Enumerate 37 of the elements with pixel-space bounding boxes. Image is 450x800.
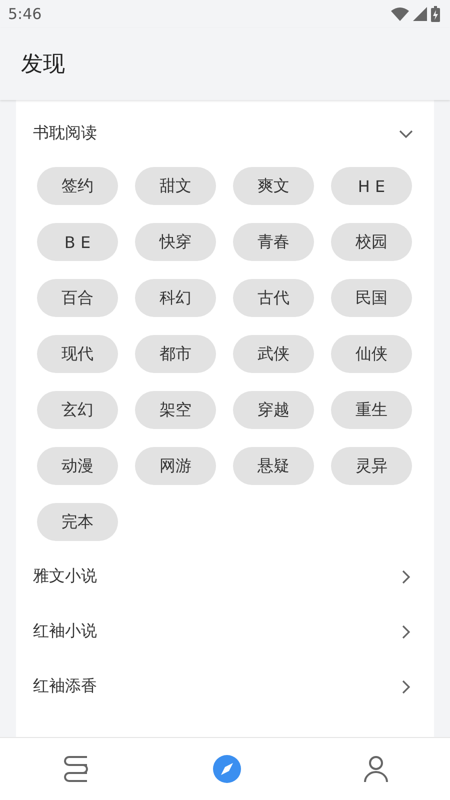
tag-chip[interactable]: 校园 bbox=[331, 223, 412, 261]
tag-chip[interactable]: 仙侠 bbox=[331, 335, 412, 373]
tag-chip[interactable]: 爽文 bbox=[233, 167, 314, 205]
tag-chip[interactable]: 签约 bbox=[37, 167, 118, 205]
section-header[interactable]: 雅文小说 bbox=[16, 549, 434, 604]
tag-chip[interactable]: 完本 bbox=[37, 503, 118, 541]
tag-chip[interactable]: 青春 bbox=[233, 223, 314, 261]
tag-chip[interactable]: 现代 bbox=[37, 335, 118, 373]
section-header[interactable]: 红袖添香 bbox=[16, 659, 434, 714]
section-header[interactable]: 红袖小说 bbox=[16, 604, 434, 659]
tag-chip[interactable]: 古代 bbox=[233, 279, 314, 317]
tag-chip[interactable]: H E bbox=[331, 167, 412, 205]
person-icon bbox=[363, 755, 389, 783]
compass-icon bbox=[213, 755, 241, 783]
tag-chip[interactable]: 快穿 bbox=[135, 223, 216, 261]
books-icon bbox=[61, 755, 91, 783]
section-header[interactable]: 书耽阅读 bbox=[16, 106, 434, 161]
page-title: 发现 bbox=[21, 51, 65, 79]
tag-chip[interactable]: 悬疑 bbox=[233, 447, 314, 485]
tag-chip[interactable]: B E bbox=[37, 223, 118, 261]
tag-chip[interactable]: 科幻 bbox=[135, 279, 216, 317]
tag-chip[interactable]: 武侠 bbox=[233, 335, 314, 373]
tag-chip[interactable]: 穿越 bbox=[233, 391, 314, 429]
tag-chip[interactable]: 民国 bbox=[331, 279, 412, 317]
status-time: 5:46 bbox=[8, 5, 42, 23]
tag-chip[interactable]: 玄幻 bbox=[37, 391, 118, 429]
tag-chip[interactable]: 架空 bbox=[135, 391, 216, 429]
wifi-icon bbox=[391, 7, 409, 21]
tag-chip[interactable]: 灵异 bbox=[331, 447, 412, 485]
battery-icon bbox=[431, 6, 440, 22]
tag-chip[interactable]: 重生 bbox=[331, 391, 412, 429]
tag-chip[interactable]: 都市 bbox=[135, 335, 216, 373]
signal-icon bbox=[413, 7, 427, 21]
tag-chip[interactable]: 动漫 bbox=[37, 447, 118, 485]
tag-chip[interactable]: 百合 bbox=[37, 279, 118, 317]
tag-chip[interactable]: 甜文 bbox=[135, 167, 216, 205]
tag-chip[interactable]: 网游 bbox=[135, 447, 216, 485]
